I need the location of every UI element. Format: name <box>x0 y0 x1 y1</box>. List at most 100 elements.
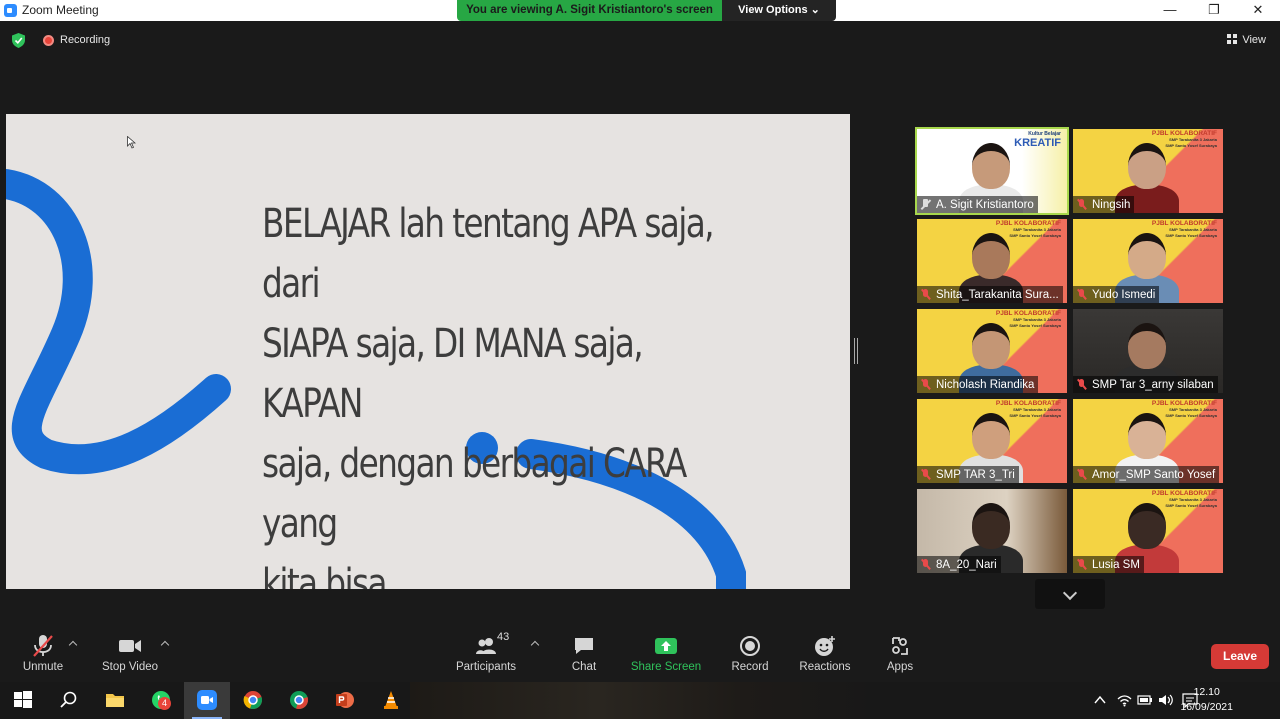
participant-tile[interactable]: PJBL KOLABORATIF SMP Tarakanita 3 Jakarta… <box>1073 399 1223 483</box>
participant-name-bar: Lusia SM <box>1073 556 1144 573</box>
panel-resize-handle[interactable] <box>854 338 858 364</box>
restore-button[interactable]: ❐ <box>1192 0 1236 21</box>
grid-view-icon <box>1227 34 1238 44</box>
participant-name-bar: SMP TAR 3_Tri <box>917 466 1019 483</box>
chat-bubble-icon <box>575 638 593 654</box>
participant-tile[interactable]: SMP Tar 3_arny silaban <box>1073 309 1223 393</box>
whatsapp-unread-badge: 4 <box>158 697 171 710</box>
participants-options-caret[interactable] <box>530 640 540 650</box>
participant-face <box>1128 143 1166 189</box>
participant-face <box>972 323 1010 369</box>
participant-tile[interactable]: PJBL KOLABORATIF SMP Tarakanita 3 Jakarta… <box>1073 489 1223 573</box>
participant-tile[interactable]: Kultur Belajar KREATIF A. Sigit Kristianto… <box>915 127 1069 215</box>
close-button[interactable]: ✕ <box>1236 0 1280 21</box>
chrome-profile-icon <box>290 691 309 710</box>
taskbar-search-button[interactable] <box>46 682 92 719</box>
participant-tile[interactable]: PJBL KOLABORATIF SMP Tarakanita 3 Jakarta… <box>1073 219 1223 303</box>
record-button[interactable]: Record <box>710 634 790 678</box>
unmute-button[interactable]: Unmute <box>3 634 83 678</box>
participant-name: Ningsih <box>1092 198 1131 211</box>
apps-icon <box>892 637 908 655</box>
participant-name: A. Sigit Kristiantoro <box>936 198 1034 211</box>
taskbar-chrome[interactable] <box>230 682 276 719</box>
tile-banner-text: PJBL KOLABORATIF SMP Tarakanita 3 Jakarta… <box>995 220 1061 238</box>
start-button[interactable] <box>0 682 46 719</box>
video-camera-icon <box>119 640 141 652</box>
taskbar-powerpoint[interactable] <box>322 682 368 719</box>
window-title: Zoom Meeting <box>22 3 99 17</box>
chrome-icon <box>243 691 263 710</box>
participant-tile[interactable]: PJBL KOLABORATIF SMP Tarakanita 3 Jakarta… <box>917 309 1067 393</box>
participant-name: Yudo Ismedi <box>1092 288 1156 301</box>
search-icon <box>60 691 77 708</box>
participant-face <box>1128 413 1166 459</box>
participant-face <box>1128 503 1166 549</box>
recording-dot-icon <box>43 35 54 46</box>
taskbar-file-explorer[interactable] <box>92 682 138 719</box>
zoom-icon <box>197 690 217 710</box>
scroll-down-participants-button[interactable] <box>1035 579 1105 609</box>
folder-icon <box>106 694 124 707</box>
zoom-app-icon <box>4 4 17 17</box>
viewing-screen-banner: You are viewing A. Sigit Kristiantoro's … <box>457 0 722 21</box>
record-label: Record <box>731 661 769 673</box>
participant-tile[interactable]: PJBL KOLABORATIF SMP Tarakanita 3 Jakarta… <box>917 219 1067 303</box>
minimize-button[interactable]: — <box>1148 0 1192 21</box>
participant-face <box>972 413 1010 459</box>
participant-name-bar: SMP Tar 3_arny silaban <box>1073 376 1218 393</box>
slide-quote-text: BELAJAR lah tentang APA saja, dari SIAPA… <box>262 201 715 589</box>
share-screen-label: Share Screen <box>630 661 702 673</box>
taskbar-vlc[interactable] <box>368 682 414 719</box>
chat-button[interactable]: Chat <box>544 634 624 678</box>
record-icon <box>740 636 760 656</box>
tile-banner-text: PJBL KOLABORATIF SMP Tarakanita 3 Jakarta… <box>1151 220 1217 238</box>
participant-tile[interactable]: PJBL KOLABORATIF SMP Tarakanita 3 Jakarta… <box>917 399 1067 483</box>
reactions-label: Reactions <box>799 661 851 673</box>
view-label: View <box>1242 34 1266 46</box>
muted-mic-icon <box>920 469 931 480</box>
clock-date: 16/09/2021 <box>1180 701 1233 713</box>
windows-taskbar: 12.10 16/09/2021 <box>0 682 1280 719</box>
taskbar-zoom[interactable] <box>184 682 230 719</box>
windows-logo-icon <box>14 691 32 708</box>
participant-tile[interactable]: 8A_20_Nari <box>917 489 1067 573</box>
security-shield-icon[interactable] <box>12 33 25 48</box>
taskbar-chrome-profile[interactable] <box>276 682 322 719</box>
muted-microphone-icon <box>33 635 53 657</box>
leave-meeting-button[interactable]: Leave <box>1211 644 1269 669</box>
participant-face <box>1128 233 1166 279</box>
apps-button[interactable]: Apps <box>860 634 940 678</box>
participant-name-bar: 8A_20_Nari <box>917 556 1001 573</box>
clock-time: 12.10 <box>1193 686 1220 698</box>
view-options-button[interactable]: View Options ⌄ <box>722 0 836 21</box>
tile-banner-text: PJBL KOLABORATIF SMP Tarakanita 3 Jakarta… <box>1151 130 1217 148</box>
muted-mic-icon <box>920 379 931 390</box>
participant-name-bar: Nicholash Riandika <box>917 376 1039 393</box>
muted-mic-icon <box>1076 199 1087 210</box>
powerpoint-icon <box>336 692 354 708</box>
tile-banner-text: PJBL KOLABORATIF SMP Tarakanita 3 Jakarta… <box>995 400 1061 418</box>
participants-button[interactable]: 43 Participants <box>446 631 526 678</box>
participants-icon <box>476 638 496 654</box>
participant-name-bar: Shita_Tarakanita Sura... <box>917 286 1063 303</box>
show-hidden-icons-chevron[interactable] <box>1094 694 1106 706</box>
stop-video-button[interactable]: Stop Video <box>90 634 170 678</box>
muted-mic-icon <box>920 559 931 570</box>
participant-name-bar: A. Sigit Kristiantoro <box>917 196 1038 213</box>
participant-tile[interactable]: PJBL KOLABORATIF SMP Tarakanita 3 Jakarta… <box>1073 129 1223 213</box>
battery-icon[interactable] <box>1137 694 1153 706</box>
volume-icon[interactable] <box>1158 693 1174 707</box>
reactions-button[interactable]: Reactions <box>785 634 865 678</box>
participant-face <box>972 143 1010 189</box>
participant-name: Shita_Tarakanita Sura... <box>936 288 1059 301</box>
muted-mic-icon <box>920 289 931 300</box>
taskbar-wallpaper-strip <box>410 682 880 719</box>
network-wifi-icon[interactable] <box>1117 693 1132 707</box>
taskbar-clock[interactable]: 12.10 16/09/2021 <box>1180 685 1233 715</box>
participant-face <box>972 503 1010 549</box>
title-bar: Zoom Meeting You are viewing A. Sigit Kr… <box>0 0 1280 21</box>
pin-icon <box>920 199 931 210</box>
view-button[interactable]: View <box>1227 34 1266 46</box>
share-screen-button[interactable]: Share Screen <box>626 634 706 678</box>
shared-screen-slide: BELAJAR lah tentang APA saja, dari SIAPA… <box>6 114 850 589</box>
